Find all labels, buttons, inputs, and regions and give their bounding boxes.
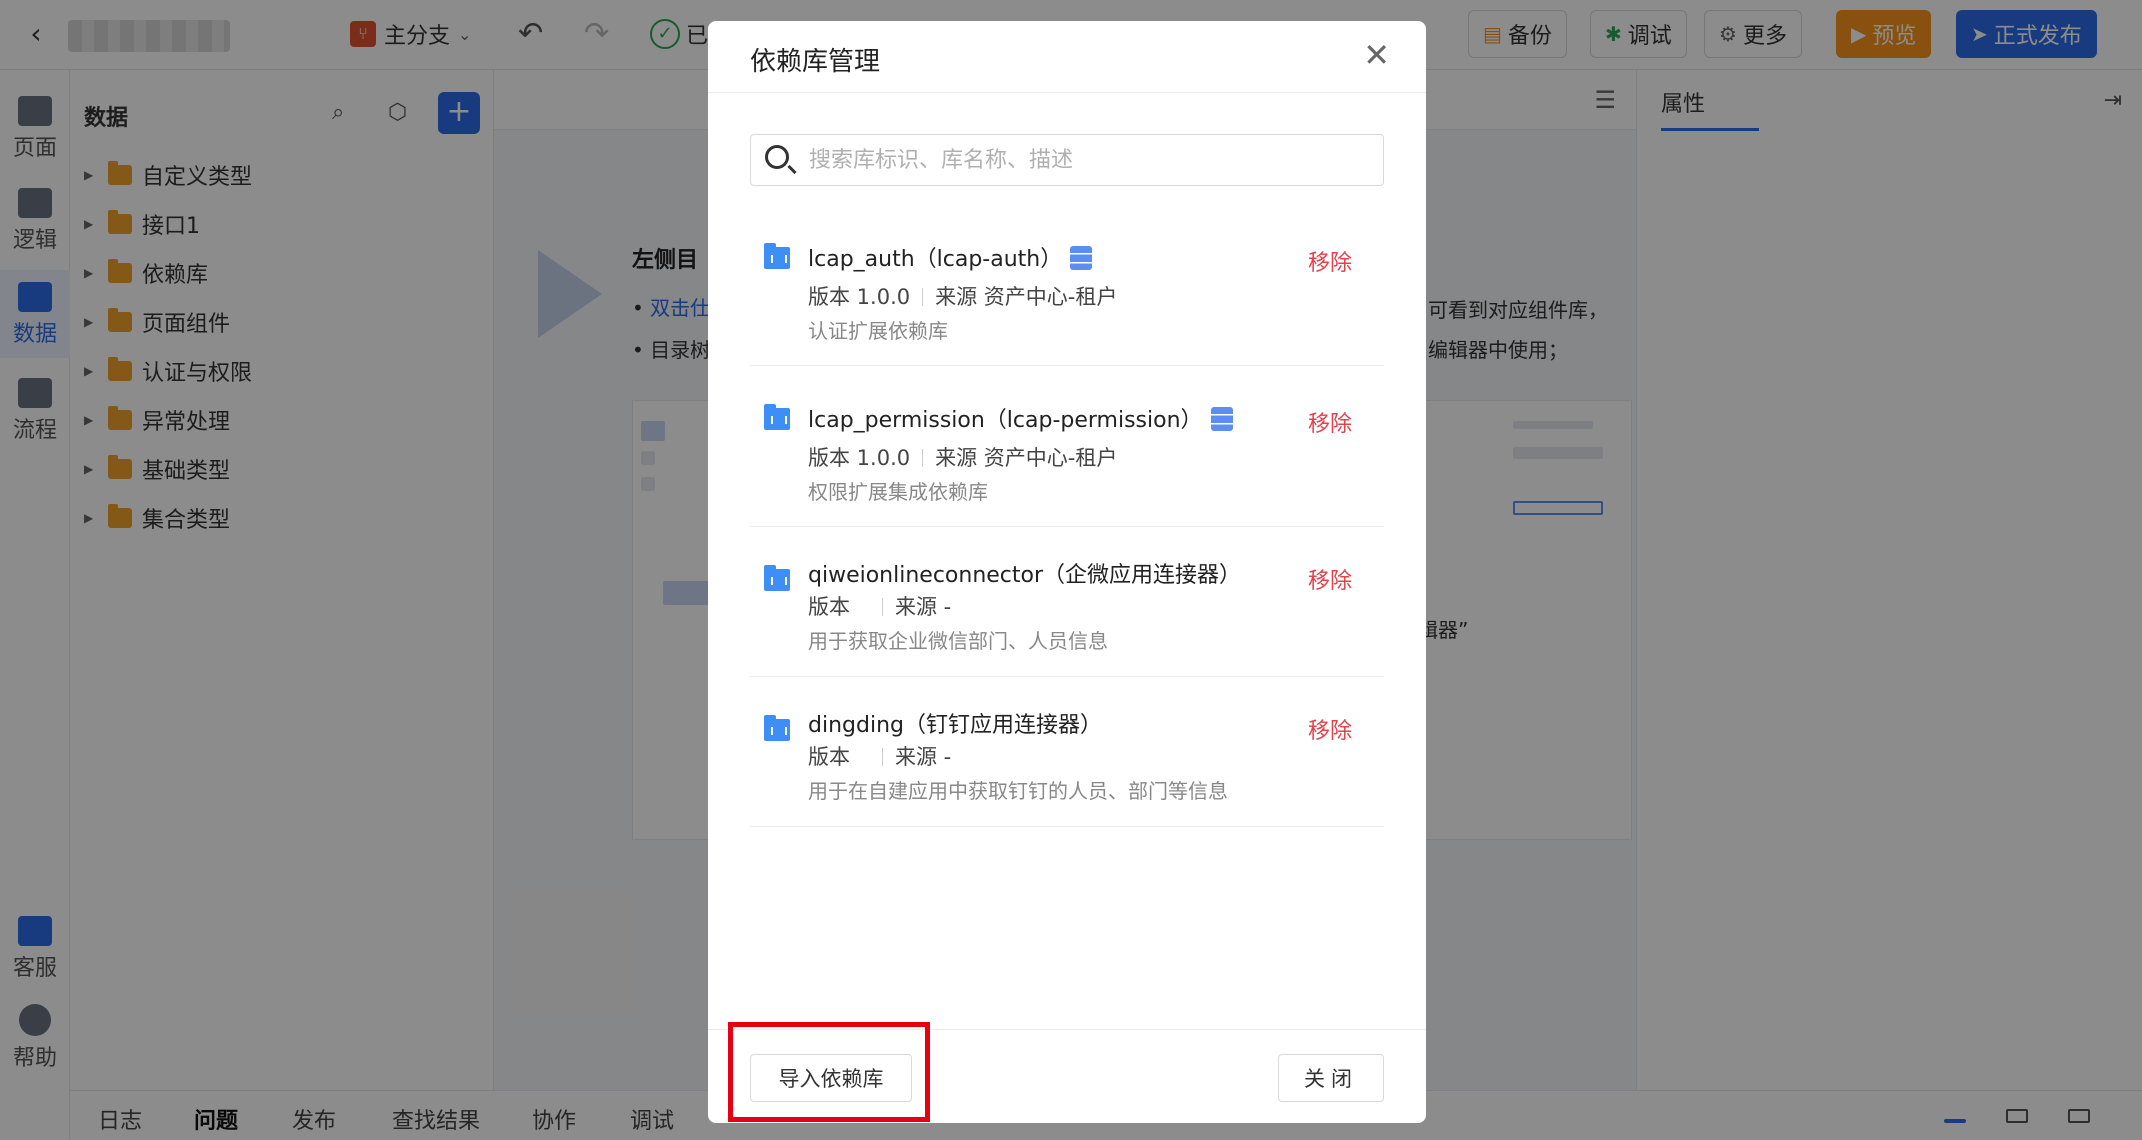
database-icon xyxy=(1210,407,1233,431)
remove-button[interactable]: 移除 xyxy=(1308,406,1352,438)
remove-button[interactable]: 移除 xyxy=(1308,245,1352,277)
library-item: lcap_permission（lcap-permission） 版本 1.0.… xyxy=(750,366,1384,527)
library-source: 来源 资产中心-租户 xyxy=(935,446,1118,470)
library-description: 认证扩展依赖库 xyxy=(808,319,948,343)
library-description: 用于在自建应用中获取钉钉的人员、部门等信息 xyxy=(808,779,1228,803)
library-folder-icon xyxy=(764,715,790,741)
close-icon[interactable]: ✕ xyxy=(1363,37,1390,73)
remove-button[interactable]: 移除 xyxy=(1308,713,1352,745)
library-name: lcap_permission（lcap-permission） xyxy=(808,402,1233,434)
highlight-annotation xyxy=(728,1022,930,1122)
library-folder-icon xyxy=(764,565,790,591)
library-item: dingding（钉钉应用连接器） 版本 来源 - 用于在自建应用中获取钉钉的人员… xyxy=(750,677,1384,827)
close-dialog-button[interactable]: 关闭 xyxy=(1278,1054,1384,1102)
search-icon xyxy=(765,145,789,169)
library-meta: 版本 来源 - xyxy=(808,741,951,771)
library-name: dingding（钉钉应用连接器） xyxy=(808,713,1102,738)
dialog-header: 依赖库管理 ✕ xyxy=(708,21,1426,93)
library-meta: 版本 1.0.0 来源 资产中心-租户 xyxy=(808,281,1117,311)
library-name-text: lcap_permission（lcap-permission） xyxy=(808,408,1203,433)
library-folder-icon xyxy=(764,404,790,430)
library-source: 来源 - xyxy=(895,745,952,769)
library-description: 权限扩展集成依赖库 xyxy=(808,480,988,504)
meta-divider xyxy=(882,748,883,766)
meta-divider xyxy=(882,598,883,616)
library-folder-icon xyxy=(764,243,790,269)
library-version: 版本 xyxy=(808,595,850,619)
meta-divider xyxy=(922,449,924,467)
library-source: 来源 - xyxy=(895,595,952,619)
dialog-title: 依赖库管理 xyxy=(750,47,881,77)
library-name: qiweionlineconnector（企微应用连接器） xyxy=(808,563,1242,588)
library-version: 版本 xyxy=(808,745,850,769)
library-item: qiweionlineconnector（企微应用连接器） 版本 来源 - 用于获… xyxy=(750,527,1384,677)
library-list: lcap_auth（lcap-auth） 版本 1.0.0 来源 资产中心-租户 … xyxy=(750,191,1384,827)
remove-button[interactable]: 移除 xyxy=(1308,563,1352,595)
database-icon xyxy=(1070,246,1093,270)
library-version: 版本 1.0.0 xyxy=(808,285,911,309)
library-name-text: lcap_auth（lcap-auth） xyxy=(808,247,1063,272)
library-version: 版本 1.0.0 xyxy=(808,446,911,470)
library-search xyxy=(750,134,1384,186)
meta-divider xyxy=(922,288,924,306)
library-item: lcap_auth（lcap-auth） 版本 1.0.0 来源 资产中心-租户 … xyxy=(750,191,1384,366)
library-description: 用于获取企业微信部门、人员信息 xyxy=(808,629,1108,653)
library-name: lcap_auth（lcap-auth） xyxy=(808,241,1093,273)
dependency-library-dialog: 依赖库管理 ✕ lcap_auth（lcap-auth） 版本 1.0.0 来源 … xyxy=(708,21,1426,1123)
library-meta: 版本 来源 - xyxy=(808,591,951,621)
library-source: 来源 资产中心-租户 xyxy=(935,285,1118,309)
library-search-input[interactable] xyxy=(809,143,1369,177)
library-meta: 版本 1.0.0 来源 资产中心-租户 xyxy=(808,442,1117,472)
